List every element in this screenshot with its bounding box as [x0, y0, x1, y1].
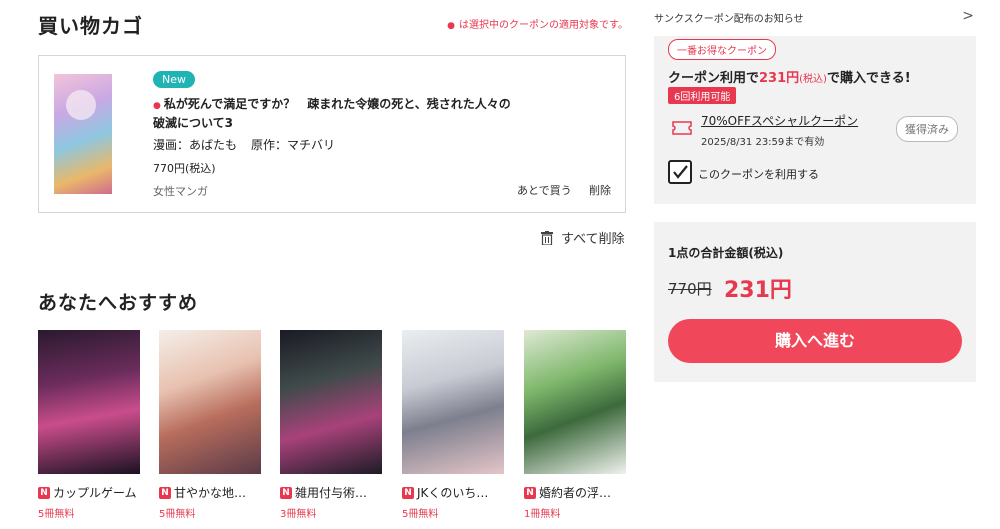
- purchase-button[interactable]: 購入へ進む: [668, 319, 962, 363]
- coupon-box: 一番お得なクーポン クーポン利用で231円(税込)で購入できる! 6回利用可能 …: [654, 36, 976, 204]
- item-price: 770円(税込): [153, 162, 216, 175]
- recommend-item-name[interactable]: N JKくのいち…: [402, 484, 504, 501]
- acquired-button[interactable]: 獲得済み: [896, 116, 958, 142]
- use-coupon-label[interactable]: このクーポンを利用する: [698, 166, 819, 182]
- cart-title: 買い物カゴ: [38, 14, 143, 38]
- buy-later-button[interactable]: あとで買う: [517, 182, 572, 198]
- free-count: 1冊無料: [524, 509, 561, 520]
- item-author: 漫画：あばたも 原作：マチバリ: [153, 138, 336, 152]
- recommend-list: N カップルゲーム 5冊無料 N 甘やかな地… 5冊無料 N 雑用付与術… 3冊無料 …: [38, 330, 638, 529]
- n-badge-icon: N: [280, 486, 292, 499]
- recommend-item-name[interactable]: N 甘やかな地…: [159, 484, 261, 501]
- red-dot-icon: ●: [447, 21, 455, 31]
- cart-item: New ● 私が死んで満足ですか？ 疎まれた令嬢の死と、残された人々の破滅について…: [38, 55, 626, 213]
- book-cover[interactable]: [38, 330, 140, 474]
- n-badge-icon: N: [524, 486, 536, 499]
- recommend-item-name[interactable]: N カップルゲーム: [38, 484, 140, 501]
- n-badge-icon: N: [38, 486, 50, 499]
- book-cover[interactable]: [54, 74, 112, 194]
- cart-section: 買い物カゴ ● は選択中のクーポンの適用対象です。 New ● 私が死んで満足ですか…: [38, 0, 628, 520]
- item-title[interactable]: ● 私が死んで満足ですか？ 疎まれた令嬢の死と、残された人々の破滅について3: [153, 96, 513, 132]
- book-cover[interactable]: [524, 330, 626, 474]
- free-count: 5冊無料: [159, 509, 196, 520]
- ticket-icon: [672, 121, 692, 135]
- delete-all-button[interactable]: すべて削除: [541, 228, 625, 247]
- recommend-item[interactable]: N カップルゲーム 5冊無料: [38, 330, 140, 520]
- coupon-price-line: クーポン利用で231円(税込)で購入できる!: [668, 71, 911, 86]
- red-dot-icon: ●: [153, 101, 161, 111]
- recommend-item-name[interactable]: N 雑用付与術…: [280, 484, 382, 501]
- trash-icon: [541, 230, 553, 245]
- recommend-title: あなたへおすすめ: [38, 292, 199, 314]
- book-cover[interactable]: [159, 330, 261, 474]
- use-coupon-checkbox[interactable]: [668, 160, 692, 184]
- book-cover[interactable]: [280, 330, 382, 474]
- chevron-right-icon: >: [962, 8, 974, 24]
- recommend-item[interactable]: N JKくのいち… 5冊無料: [402, 330, 504, 520]
- cart-header: 買い物カゴ ● は選択中のクーポンの適用対象です。: [38, 0, 628, 50]
- total-box: 1点の合計金額(税込) 770円 231円 購入へ進む: [654, 222, 976, 382]
- best-coupon-tag: 一番お得なクーポン: [668, 39, 776, 60]
- recommend-item[interactable]: N 婚約者の浮… 1冊無料: [524, 330, 626, 520]
- delete-button[interactable]: 削除: [589, 182, 611, 198]
- book-cover[interactable]: [402, 330, 504, 474]
- use-count-badge: 6回利用可能: [668, 87, 737, 104]
- discounted-price: 231円: [724, 278, 792, 303]
- total-label: 1点の合計金額(税込): [668, 246, 784, 260]
- item-genre: 女性マンガ: [153, 185, 208, 198]
- free-count: 5冊無料: [402, 509, 439, 520]
- n-badge-icon: N: [402, 486, 414, 499]
- coupon-target-note: ● は選択中のクーポンの適用対象です。: [447, 20, 628, 31]
- n-badge-icon: N: [159, 486, 171, 499]
- check-icon: [673, 165, 688, 179]
- free-count: 3冊無料: [280, 509, 317, 520]
- new-badge: New: [153, 71, 195, 88]
- original-price: 770円: [668, 280, 712, 298]
- coupon-name-link[interactable]: 70%OFFスペシャルクーポン: [701, 112, 858, 129]
- recommend-item[interactable]: N 雑用付与術… 3冊無料: [280, 330, 382, 520]
- recommend-item-name[interactable]: N 婚約者の浮…: [524, 484, 626, 501]
- free-count: 5冊無料: [38, 509, 75, 520]
- recommend-item[interactable]: N 甘やかな地… 5冊無料: [159, 330, 261, 520]
- coupon-expiry: 2025/8/31 23:59まで有効: [701, 137, 825, 148]
- coupon-notice-link[interactable]: サンクスクーポン配布のお知らせ >: [654, 8, 976, 28]
